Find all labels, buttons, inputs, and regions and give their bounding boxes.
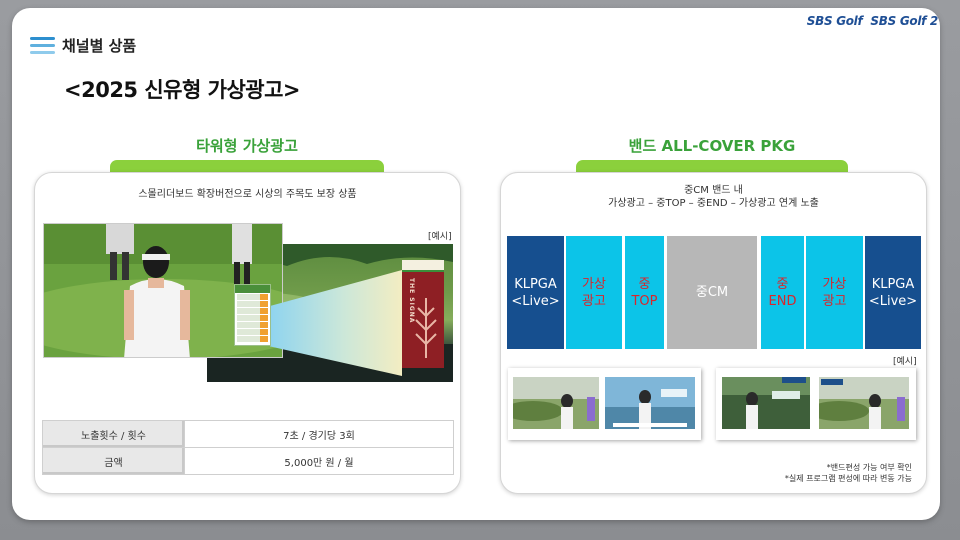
left-example-label: [예시] [428,232,452,242]
price-table: 노출횟수 / 횟수 7초 / 경기당 3회 금액 5,000만 원 / 월 [42,420,454,475]
table-row: 노출횟수 / 횟수 7초 / 경기당 3회 [42,420,454,448]
sbs-golf-logo: SBS Golf [806,14,863,28]
small-leaderboard [234,284,271,346]
thumbnail-3 [722,377,810,429]
left-section-title: 타워형 가상광고 [196,137,298,155]
table-row: 금액 5,000만 원 / 월 [42,447,454,475]
exposure-label: 노출횟수 / 횟수 [42,420,185,448]
band-block-virtual-ad-1: 가상 광고 [566,236,622,349]
footnote-line1: *밴드편성 가능 여부 확인 [826,463,912,472]
exposure-value: 7초 / 경기당 3회 [184,420,454,448]
right-example-label: [예시] [893,357,917,367]
menu-icon [30,37,55,55]
thumbnail-4 [819,377,909,429]
footnote: *밴드편성 가능 여부 확인 *실제 프로그램 편성에 따라 변동 가능 [785,462,912,484]
sbs-golf2-logo: SBS Golf 2 [870,14,938,28]
band-block-mid-cm: 중CM [667,236,757,349]
channel-logos: SBS Golf SBS Golf 2 [806,14,939,28]
right-description-line2: 가상광고 – 중TOP – 중END – 가상광고 연계 노출 [608,198,819,209]
thumbnail-2 [605,377,695,429]
left-description: 스몰리더보드 확장버전으로 시상의 주목도 보장 상품 [138,189,357,200]
price-value: 5,000만 원 / 월 [184,447,454,475]
page-title: <2025 신유형 가상광고> [64,78,301,102]
band-block-klpga-live-start: KLPGA <Live> [507,236,564,349]
tower-ad-banner: THE SIGNA [402,260,444,368]
band-block-klpga-live-end: KLPGA <Live> [865,236,921,349]
brand-mark-icon [415,298,437,358]
thumbnail-1 [513,377,599,429]
channel-title: 채널별 상품 [62,37,137,55]
footnote-line2: *실제 프로그램 편성에 따라 변동 가능 [784,474,912,483]
band-block-mid-top: 중 TOP [625,236,664,349]
band-block-mid-end: 중 END [761,236,804,349]
price-label: 금액 [42,447,185,475]
band-block-virtual-ad-2: 가상 광고 [806,236,863,349]
right-section-title: 밴드 ALL-COVER PKG [628,137,796,155]
right-description-line1: 중CM 밴드 내 [684,185,743,196]
